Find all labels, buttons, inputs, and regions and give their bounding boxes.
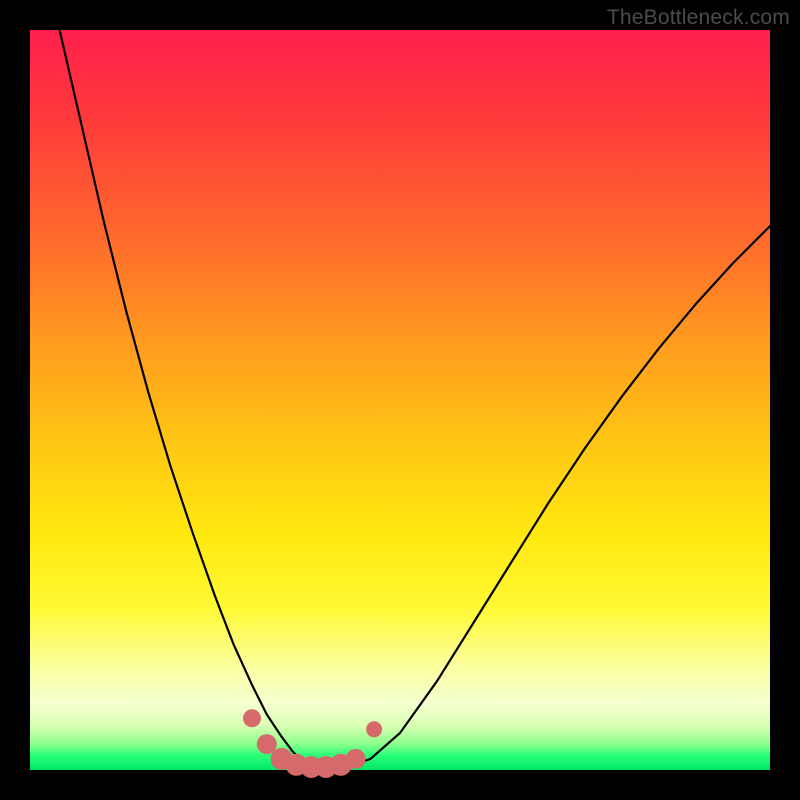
watermark-text: TheBottleneck.com [607, 6, 790, 30]
chart-frame: TheBottleneck.com [0, 0, 800, 800]
curve-marker [243, 709, 261, 727]
curve-marker [346, 749, 366, 769]
plot-area [30, 30, 770, 770]
curve-marker [257, 734, 277, 754]
bottleneck-curve [60, 30, 770, 766]
curve-markers [243, 709, 382, 778]
curve-marker [366, 721, 382, 737]
curve-layer [30, 30, 770, 770]
